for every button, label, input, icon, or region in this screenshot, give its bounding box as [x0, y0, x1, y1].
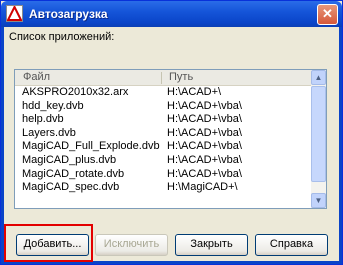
autoload-dialog: Автозагрузка ✕ Список приложений: Файл П…	[0, 0, 343, 265]
list-item[interactable]: MagiCAD_spec.dvb H:\MagiCAD+\	[15, 181, 313, 195]
file-name: MagiCAD_Full_Explode.dvb	[22, 140, 160, 153]
file-path: H:\ACAD+\vba\	[167, 153, 242, 166]
scroll-down-icon[interactable]: ▼	[311, 193, 326, 208]
vertical-scrollbar[interactable]: ▲ ▼	[311, 70, 326, 208]
exclude-button[interactable]: Исключить	[95, 234, 168, 256]
help-button[interactable]: Справка	[255, 234, 328, 256]
file-name: Layers.dvb	[22, 126, 76, 139]
file-path: H:\ACAD+\vba\	[167, 167, 242, 180]
list-header: Файл Путь	[15, 70, 313, 86]
list-rows: AKSPRO2010x32.arx H:\ACAD+\ hdd_key.dvb …	[15, 86, 313, 195]
list-item[interactable]: MagiCAD_rotate.dvb H:\ACAD+\vba\	[15, 168, 313, 182]
close-button[interactable]: Закрыть	[175, 234, 248, 256]
file-path: H:\ACAD+\vba\	[167, 113, 242, 126]
file-path: H:\ACAD+\	[167, 86, 222, 98]
list-item[interactable]: AKSPRO2010x32.arx H:\ACAD+\	[15, 86, 313, 100]
file-name: MagiCAD_rotate.dvb	[22, 167, 125, 180]
list-item[interactable]: MagiCAD_plus.dvb H:\ACAD+\vba\	[15, 154, 313, 168]
highlight-frame	[4, 224, 93, 262]
title-bar[interactable]: Автозагрузка ✕	[1, 1, 342, 27]
close-icon[interactable]: ✕	[317, 4, 338, 25]
file-name: AKSPRO2010x32.arx	[22, 86, 129, 98]
file-path: H:\ACAD+\vba\	[167, 126, 242, 139]
file-name: help.dvb	[22, 113, 64, 126]
column-header-file[interactable]: Файл	[15, 71, 50, 85]
list-item[interactable]: hdd_key.dvb H:\ACAD+\vba\	[15, 100, 313, 114]
file-path: H:\ACAD+\vba\	[167, 140, 242, 153]
list-item[interactable]: MagiCAD_Full_Explode.dvb H:\ACAD+\vba\	[15, 140, 313, 154]
file-name: MagiCAD_spec.dvb	[22, 181, 120, 194]
file-path: H:\MagiCAD+\	[167, 181, 238, 194]
window-title: Автозагрузка	[29, 7, 108, 21]
autocad-icon	[6, 5, 23, 22]
list-item[interactable]: Layers.dvb H:\ACAD+\vba\	[15, 127, 313, 141]
file-name: MagiCAD_plus.dvb	[22, 153, 117, 166]
column-header-path[interactable]: Путь	[161, 71, 193, 85]
list-label: Список приложений:	[9, 31, 115, 43]
file-path: H:\ACAD+\vba\	[167, 99, 242, 112]
list-item[interactable]: help.dvb H:\ACAD+\vba\	[15, 113, 313, 127]
file-name: hdd_key.dvb	[22, 99, 84, 112]
scroll-thumb[interactable]	[311, 86, 326, 182]
applications-list[interactable]: Файл Путь AKSPRO2010x32.arx H:\ACAD+\ hd…	[14, 69, 327, 209]
scroll-up-icon[interactable]: ▲	[311, 70, 326, 85]
